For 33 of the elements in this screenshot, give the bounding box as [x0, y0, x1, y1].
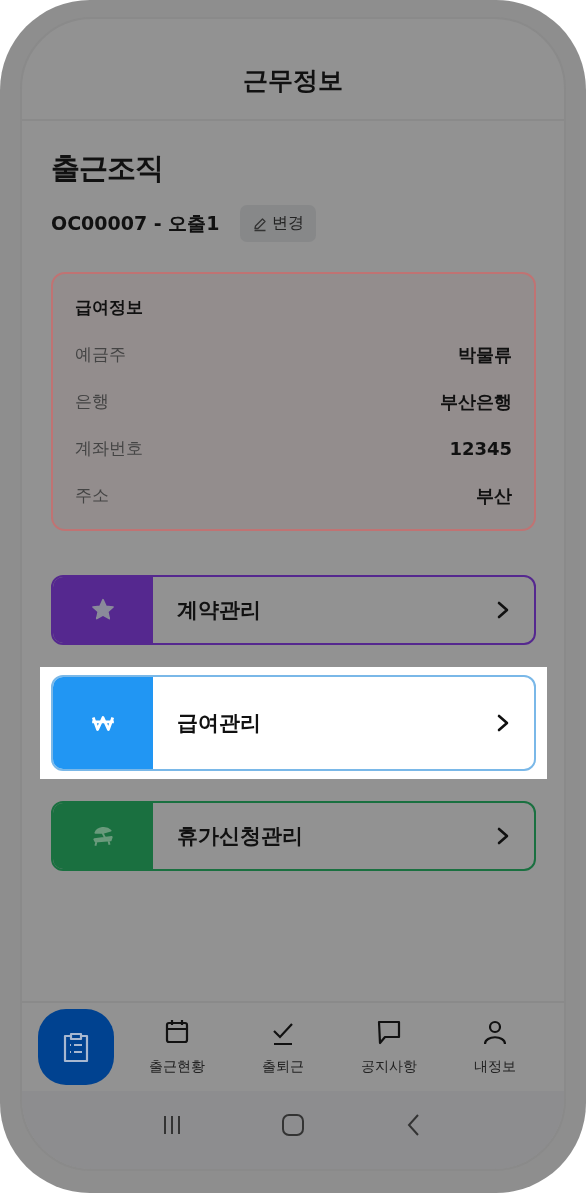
section-heading: 출근조직 — [51, 150, 164, 187]
organization-code: OC00007 - 오출1 — [51, 210, 220, 236]
menu-item[interactable]: 휴가신청관리 — [51, 801, 536, 871]
clipboard-icon — [61, 1030, 91, 1064]
field-value: 12345 — [449, 438, 512, 459]
menu-label: 계약관리 — [176, 597, 262, 624]
field-value: 박물류 — [458, 342, 512, 367]
field-value: 부산은행 — [440, 389, 512, 414]
home-button[interactable] — [38, 1009, 114, 1085]
menu-item[interactable]: 급여관리 — [51, 675, 536, 771]
chevron-right-icon — [496, 600, 510, 620]
menu-label: 휴가신청관리 — [176, 823, 304, 850]
person-icon — [481, 1018, 509, 1046]
calendar-icon — [163, 1018, 191, 1046]
chat-bubble-icon — [375, 1018, 403, 1046]
menu-item[interactable]: 계약관리 — [51, 575, 536, 645]
chevron-right-icon — [496, 826, 510, 846]
nav-tab[interactable]: 내정보 — [442, 1018, 548, 1076]
chevron-right-icon — [496, 713, 510, 733]
card-title: 급여정보 — [75, 296, 144, 319]
nav-tab[interactable]: 공지사항 — [336, 1018, 442, 1076]
pencil-icon — [251, 215, 268, 232]
nav-tab[interactable]: 출퇴근 — [230, 1018, 336, 1076]
field-label: 주소 — [75, 484, 109, 507]
field-label: 은행 — [75, 390, 109, 413]
field-value: 부산 — [476, 483, 512, 508]
field-label: 예금주 — [75, 343, 126, 366]
menu-label: 급여관리 — [176, 710, 262, 737]
nav-tab[interactable]: 출근현황 — [124, 1018, 230, 1076]
change-button[interactable]: 변경 — [239, 205, 316, 242]
home-icon[interactable] — [281, 1113, 305, 1137]
field-label: 계좌번호 — [75, 437, 143, 460]
screen-title: 근무정보 — [243, 64, 343, 97]
